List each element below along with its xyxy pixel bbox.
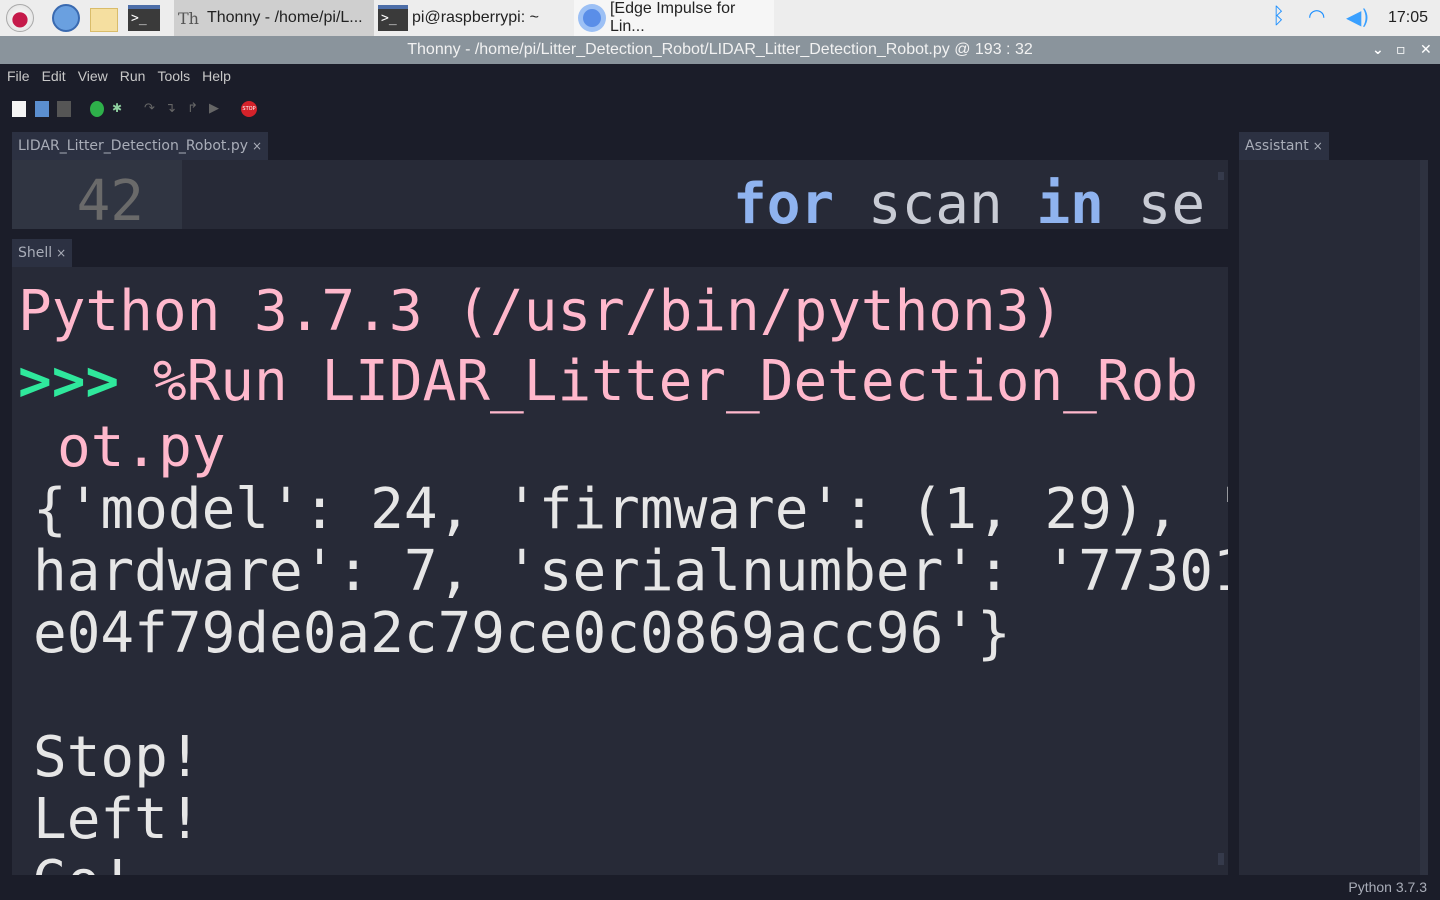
menu-run[interactable]: Run bbox=[120, 68, 146, 88]
tab-label: Shell bbox=[18, 245, 53, 261]
step-out-icon[interactable]: ↱ bbox=[187, 101, 201, 117]
shell-command-line: >>> %Run LIDAR_Litter_Detection_Rob bbox=[18, 351, 1198, 413]
window-title: Thonny - /home/pi/Litter_Detection_Robot… bbox=[0, 36, 1440, 64]
shell-output: hardware': 7, 'serialnumber': '77301 bbox=[33, 539, 1228, 604]
clock[interactable]: 17:05 bbox=[1388, 9, 1428, 27]
close-button[interactable]: ✕ bbox=[1420, 36, 1432, 64]
wifi-icon[interactable]: ◠ bbox=[1308, 4, 1325, 28]
task-browser[interactable]: [Edge Impulse for Lin... bbox=[574, 0, 774, 36]
maximize-button[interactable]: ▫ bbox=[1396, 36, 1406, 64]
menu-edit[interactable]: Edit bbox=[42, 68, 66, 88]
task-label: [Edge Impulse for Lin... bbox=[609, 0, 736, 35]
shell-output: {'model': 24, 'firmware': (1, 29), ' bbox=[33, 477, 1228, 542]
assistant-scrollbar[interactable] bbox=[1420, 160, 1428, 875]
taskbar: ● >_ Th Thonny - /home/pi/L... >_ pi@raspb… bbox=[0, 0, 1440, 36]
thonny-icon: Th bbox=[178, 8, 199, 28]
chromium-icon bbox=[578, 4, 606, 32]
shell-scrollbar[interactable] bbox=[1218, 853, 1224, 865]
stop-icon[interactable]: STOP bbox=[241, 101, 257, 117]
bluetooth-icon[interactable]: ᛒ bbox=[1272, 4, 1285, 29]
close-tab-icon[interactable]: × bbox=[252, 139, 262, 153]
shell-command: %Run LIDAR_Litter_Detection_Rob bbox=[119, 349, 1199, 414]
volume-icon[interactable]: ◀) bbox=[1346, 5, 1369, 29]
task-label: pi@raspberrypi: ~ bbox=[412, 9, 539, 26]
tab-editor-file[interactable]: LIDAR_Litter_Detection_Robot.py × bbox=[12, 132, 269, 160]
menu-view[interactable]: View bbox=[78, 68, 108, 88]
task-thonny[interactable]: Th Thonny - /home/pi/L... bbox=[174, 0, 374, 36]
tab-shell[interactable]: Shell × bbox=[12, 239, 73, 267]
resume-icon[interactable]: ▶ bbox=[209, 101, 223, 117]
code-line: for scan in se bbox=[733, 170, 1205, 229]
shell-prompt: >>> bbox=[18, 349, 120, 414]
tab-label: Assistant bbox=[1245, 138, 1309, 154]
run-icon[interactable] bbox=[90, 101, 104, 117]
line-number: 42 bbox=[12, 160, 182, 229]
editor-scrollbar[interactable] bbox=[1218, 172, 1224, 180]
terminal-icon[interactable]: >_ bbox=[128, 5, 160, 31]
new-icon[interactable] bbox=[12, 101, 26, 117]
keyword: for bbox=[733, 172, 835, 229]
interpreter-status[interactable]: Python 3.7.3 bbox=[1348, 879, 1427, 895]
raspberry-menu-icon[interactable]: ● bbox=[6, 4, 34, 32]
identifier: scan bbox=[834, 172, 1037, 229]
debug-icon[interactable]: ✱ bbox=[112, 101, 126, 117]
step-into-icon[interactable]: ↴ bbox=[165, 101, 179, 117]
shell-output: Go! bbox=[33, 851, 134, 876]
menu-file[interactable]: File bbox=[7, 68, 30, 88]
task-terminal[interactable]: >_ pi@raspberrypi: ~ bbox=[374, 0, 574, 36]
minimize-button[interactable]: ⌄ bbox=[1372, 36, 1384, 64]
shell-banner: Python 3.7.3 (/usr/bin/python3) bbox=[18, 279, 1064, 344]
menubar: File Edit View Run Tools Help bbox=[0, 68, 231, 88]
code-editor[interactable]: 42 for scan in se bbox=[12, 160, 1228, 229]
close-tab-icon[interactable]: × bbox=[1313, 139, 1323, 153]
identifier: se bbox=[1103, 172, 1206, 229]
assistant-panel bbox=[1239, 160, 1428, 875]
shell-panel[interactable]: Python 3.7.3 (/usr/bin/python3) >>> %Run… bbox=[12, 267, 1228, 875]
keyword: in bbox=[1036, 172, 1104, 229]
load-icon[interactable] bbox=[57, 101, 71, 117]
tab-label: LIDAR_Litter_Detection_Robot.py bbox=[18, 138, 249, 154]
step-over-icon[interactable]: ↷ bbox=[144, 101, 158, 117]
tab-assistant[interactable]: Assistant × bbox=[1239, 132, 1329, 160]
shell-output: Left! bbox=[33, 787, 202, 852]
shell-output: Stop! bbox=[33, 725, 202, 790]
task-label: Thonny - /home/pi/L... bbox=[206, 9, 363, 26]
shell-command-wrap: ot.py bbox=[57, 415, 226, 480]
shell-output: e04f79de0a2c79ce0c0869acc96'} bbox=[33, 601, 1011, 666]
terminal-icon: >_ bbox=[378, 5, 408, 31]
save-icon[interactable] bbox=[35, 101, 49, 117]
menu-help[interactable]: Help bbox=[202, 68, 231, 88]
close-tab-icon[interactable]: × bbox=[56, 246, 66, 260]
web-browser-icon[interactable] bbox=[52, 4, 80, 32]
menu-tools[interactable]: Tools bbox=[157, 68, 190, 88]
file-manager-icon[interactable] bbox=[90, 8, 118, 32]
